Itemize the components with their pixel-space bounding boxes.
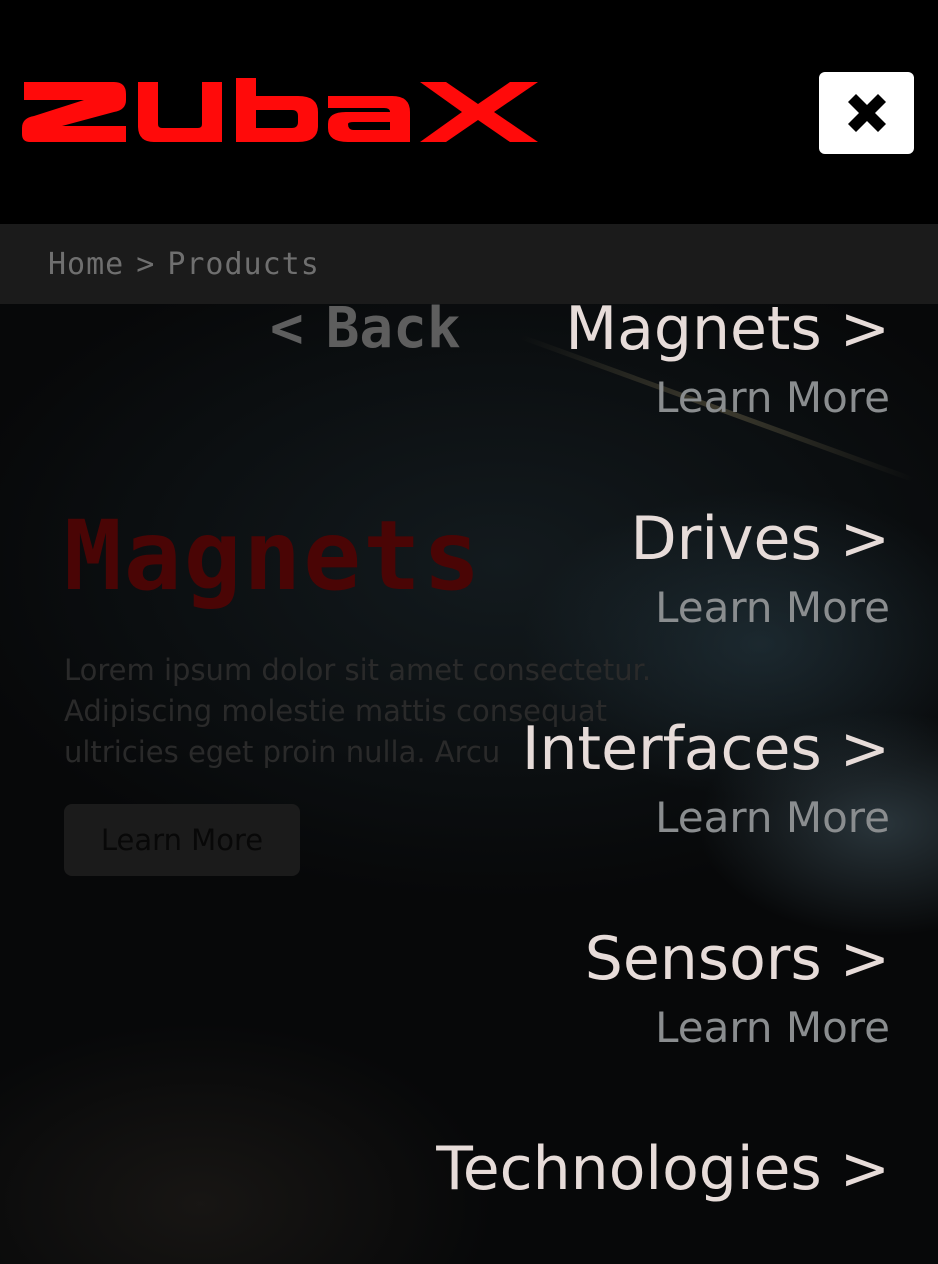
menu-label: Drives [630,504,822,574]
site-header [0,0,938,224]
chevron-right-icon: > [839,504,890,574]
menu-label: Technologies [436,1134,822,1204]
menu-link-sensors[interactable]: Sensors > [585,924,890,994]
learn-more-link-interfaces[interactable]: Learn More [522,792,890,844]
breadcrumb-products[interactable]: Products [167,247,320,282]
menu-link-drives[interactable]: Drives > [630,504,890,574]
back-button[interactable]: < Back [270,296,461,361]
chevron-right-icon: > [839,714,890,784]
menu-label: Magnets [565,294,822,364]
menu-item-interfaces: Interfaces > Learn More [522,714,890,844]
chevron-right-icon: > [839,924,890,994]
hero-title: Magnets [64,500,483,612]
learn-more-link-sensors[interactable]: Learn More [585,1002,890,1054]
back-arrow-icon: < [270,296,304,361]
menu-label: Sensors [584,924,822,994]
hero-learn-more-button[interactable]: Learn More [64,804,300,876]
chevron-right-icon: > [839,294,890,364]
back-label: Back [325,296,461,361]
chevron-right-icon: > [839,1134,890,1204]
learn-more-link-drives[interactable]: Learn More [630,582,890,634]
menu-link-interfaces[interactable]: Interfaces > [522,714,890,784]
close-icon [847,94,886,132]
zubax-logo[interactable] [22,78,540,146]
breadcrumb: Home > Products [0,224,938,304]
close-menu-button[interactable] [819,72,914,154]
menu-item-sensors: Sensors > Learn More [585,924,890,1054]
breadcrumb-separator: > [136,246,156,282]
menu-link-magnets[interactable]: Magnets > [565,294,890,364]
menu-item-magnets: Magnets > Learn More [565,294,890,424]
menu-item-drives: Drives > Learn More [630,504,890,634]
breadcrumb-home-link[interactable]: Home [48,247,124,282]
menu-item-technologies: Technologies > [436,1134,890,1204]
learn-more-link-magnets[interactable]: Learn More [565,372,890,424]
menu-link-technologies[interactable]: Technologies > [436,1134,890,1204]
menu-label: Interfaces [521,714,822,784]
